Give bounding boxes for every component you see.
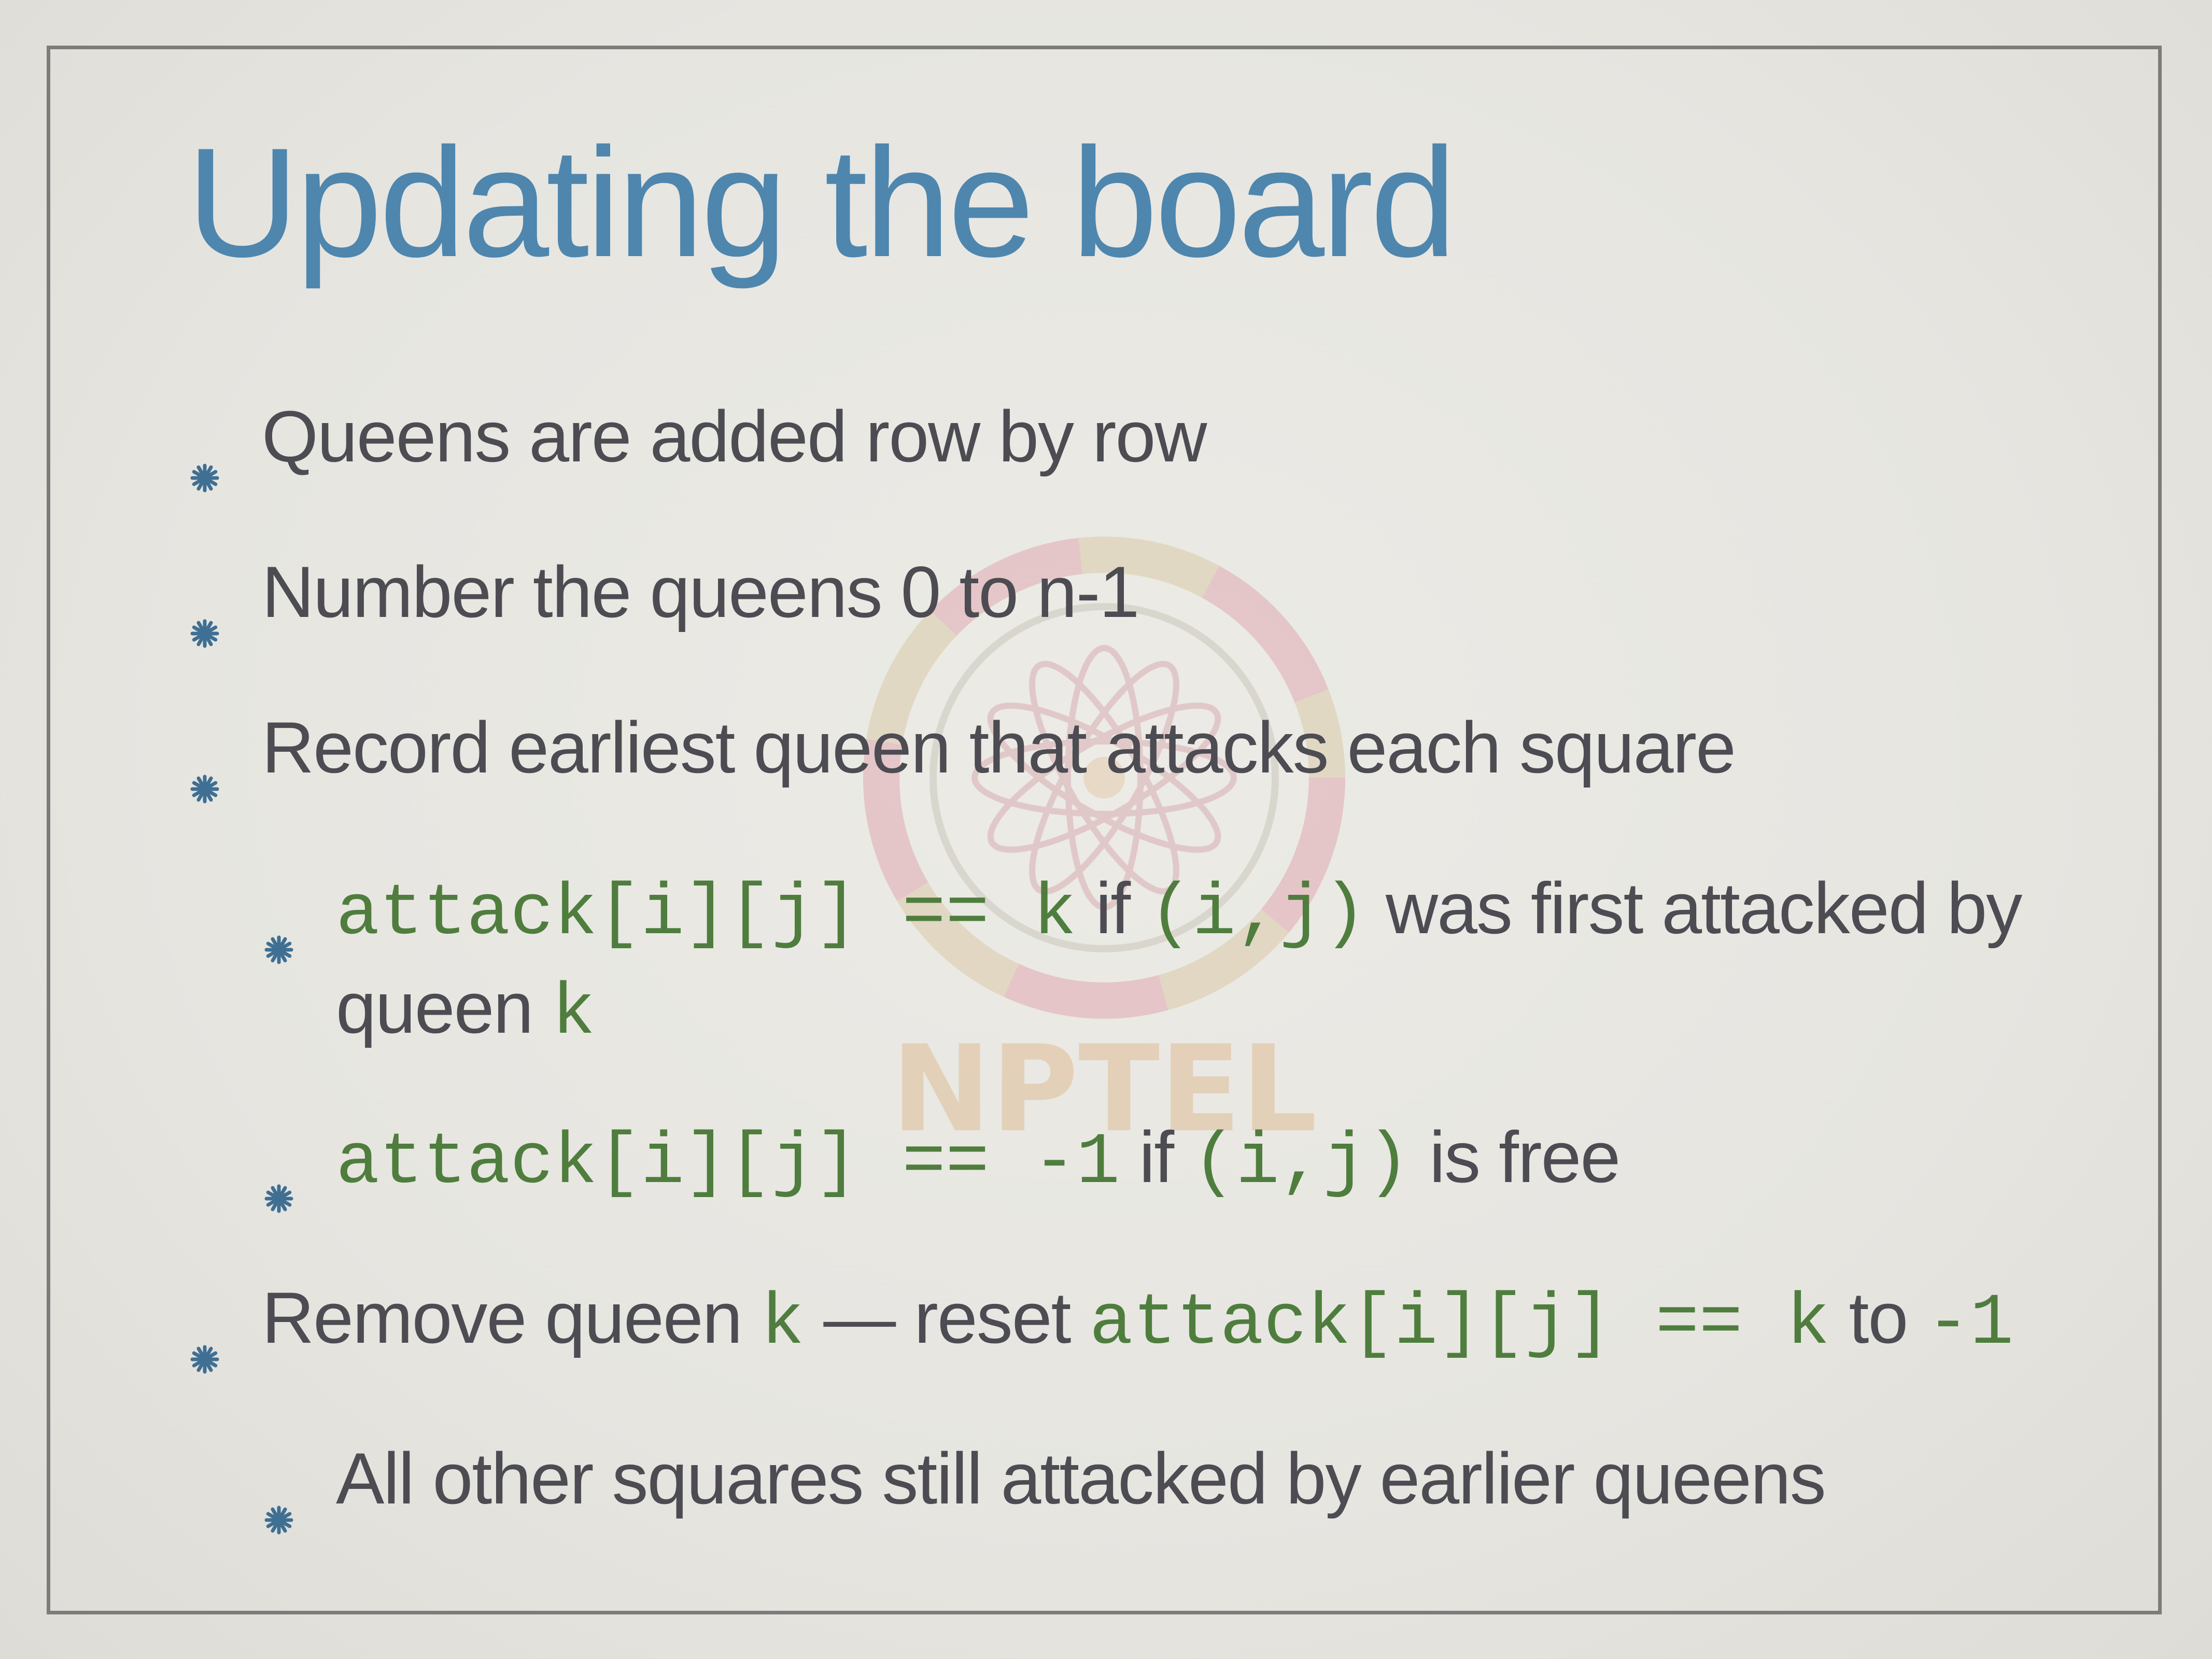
asterisk-bullet-icon (263, 1464, 294, 1535)
asterisk-bullet-icon (189, 422, 220, 493)
inline-code: attack[i][j] == -1 (336, 1122, 1120, 1204)
slide-title: Updating the board (187, 115, 1457, 289)
bullet-line: attack[i][j] == -1 if (i,j) is free (336, 1110, 1621, 1210)
bullet-line: Number the queens 0 to n-1 (262, 545, 1139, 639)
bullet-text: Queens are added row by row (262, 396, 1207, 477)
bullet-text: if (1120, 1116, 1193, 1198)
inline-code: -1 (1926, 1283, 2014, 1365)
bullet-line: Record earliest queen that attacks each … (262, 701, 1736, 794)
asterisk-bullet-icon (189, 1303, 220, 1374)
sub-bullet-item: attack[i][j] == -1 if (i,j) is free (264, 1110, 1621, 1213)
inline-code: attack[i][j] == k (336, 873, 1077, 955)
bullet-line-continuation: queen k (336, 961, 2021, 1061)
bullet-text: — reset (804, 1277, 1090, 1358)
bullet-line: Remove queen k — reset attack[i][j] == k… (262, 1271, 2013, 1371)
asterisk-bullet-icon (189, 733, 220, 804)
bullet-text: is free (1410, 1116, 1621, 1198)
inline-code: (i,j) (1192, 1122, 1411, 1204)
asterisk-bullet-icon (263, 1143, 294, 1213)
bullet-item: Queens are added row by row (190, 390, 1207, 493)
bullet-text: was first attacked by (1366, 867, 2022, 949)
bullet-item: Record earliest queen that attacks each … (190, 701, 1736, 804)
asterisk-bullet-icon (263, 894, 294, 964)
sub-bullet-item: All other squares still attacked by earl… (264, 1432, 1826, 1535)
bullet-line: Queens are added row by row (262, 390, 1207, 483)
sub-bullet-item: attack[i][j] == k if (i,j) was first att… (264, 862, 2022, 1061)
inline-code: (i,j) (1149, 873, 1367, 955)
bullet-text: queen (336, 967, 552, 1048)
bullet-text: to (1829, 1277, 1927, 1358)
bullet-item: Number the queens 0 to n-1 (190, 545, 1139, 648)
asterisk-bullet-icon (189, 578, 220, 648)
inline-code: k (552, 973, 596, 1055)
inline-code: attack[i][j] == k (1089, 1283, 1830, 1365)
bullet-line: attack[i][j] == k if (i,j) was first att… (336, 862, 2022, 961)
bullet-text: Remove queen (262, 1277, 761, 1358)
bullet-text: Number the queens 0 to n-1 (262, 551, 1139, 632)
bullet-text: Record earliest queen that attacks each … (262, 707, 1736, 788)
bullet-line: All other squares still attacked by earl… (336, 1432, 1826, 1525)
bullet-item: Remove queen k — reset attack[i][j] == k… (190, 1271, 2013, 1374)
inline-code: k (760, 1283, 805, 1365)
bullet-text: if (1076, 867, 1149, 949)
bullet-text: All other squares still attacked by earl… (336, 1438, 1826, 1519)
